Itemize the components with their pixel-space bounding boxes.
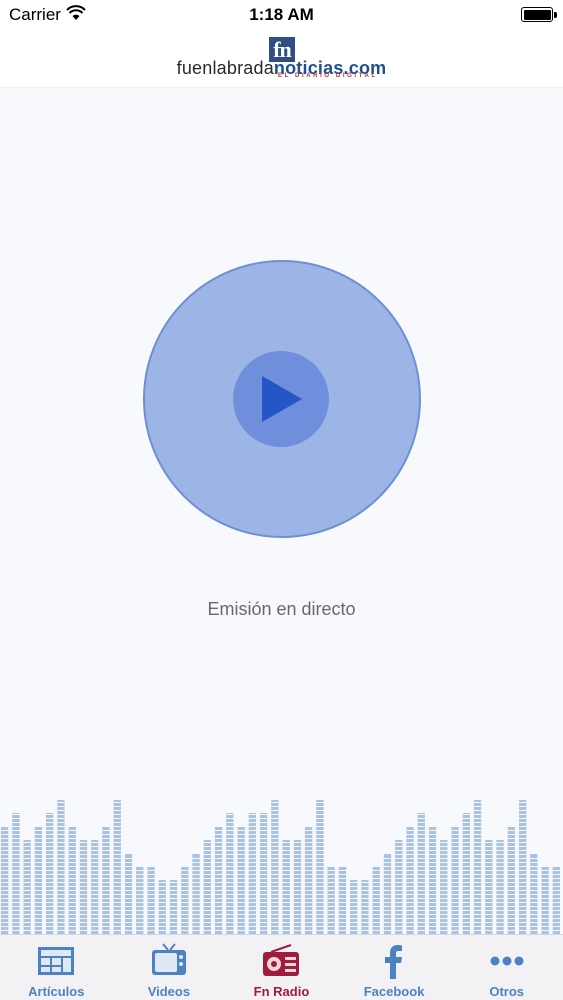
equalizer-bar (91, 840, 99, 934)
equalizer-bar (451, 827, 459, 934)
equalizer-bar (214, 827, 223, 934)
equalizer-bar (79, 840, 88, 934)
tab-label: Artículos (28, 984, 85, 999)
equalizer-bar (68, 827, 76, 934)
equalizer-bar (305, 827, 313, 934)
equalizer-bar (136, 867, 144, 934)
tab-videos[interactable]: Videos (113, 935, 226, 1000)
equalizer-bar (507, 827, 515, 934)
tab-otros[interactable]: Otros (450, 935, 563, 1000)
equalizer-bar (462, 813, 470, 934)
equalizer-bar (57, 800, 65, 934)
equalizer-bar (530, 854, 538, 934)
facebook-icon (385, 945, 403, 979)
equalizer-bar (147, 867, 155, 934)
tab-label: Videos (147, 984, 191, 999)
app-header: fn fuenlabradanoticias.com EL DIARIO DIG… (0, 30, 563, 88)
radio-icon (263, 944, 300, 976)
equalizer-bar (440, 840, 448, 934)
tab-bar: Artículos Videos Fn Radio Facebook Otros (0, 934, 563, 1000)
equalizer-bar (395, 840, 403, 934)
more-icon (490, 956, 524, 966)
equalizer-bar (372, 867, 380, 934)
equalizer-bar (181, 867, 189, 934)
status-bar: Carrier 1:18 AM (0, 0, 563, 30)
equalizer-bar (226, 813, 234, 934)
tab-articulos[interactable]: Artículos (0, 935, 113, 1000)
equalizer-bar (350, 880, 358, 934)
equalizer-bar (519, 800, 527, 934)
equalizer-bar (293, 840, 302, 934)
logo-text-part-a: fuenlabrada (176, 58, 274, 78)
equalizer-bar (192, 854, 200, 934)
clock: 1:18 AM (249, 5, 314, 24)
tab-label: Facebook (363, 984, 425, 999)
tab-label: Otros (489, 984, 524, 999)
equalizer-bar (203, 840, 211, 934)
tab-label: Fn Radio (253, 984, 310, 999)
equalizer-bar (327, 867, 335, 934)
equalizer-bar (473, 800, 482, 934)
tv-icon (151, 943, 186, 975)
play-icon[interactable] (262, 376, 302, 422)
equalizer-bar (158, 880, 166, 934)
equalizer-bar (248, 813, 256, 934)
equalizer-bar (102, 827, 110, 934)
equalizer-bar (113, 800, 121, 934)
newspaper-icon (38, 947, 75, 975)
equalizer-bar (428, 827, 437, 934)
equalizer-bar (316, 800, 324, 934)
equalizer-bar (169, 880, 178, 934)
battery-icon (521, 7, 557, 22)
equalizer-bar (271, 800, 279, 934)
live-broadcast-label: Emisión en directo (207, 599, 356, 619)
equalizer-bar (361, 880, 369, 934)
equalizer-bar (496, 840, 504, 934)
equalizer-bar (541, 867, 549, 934)
equalizer-bar (417, 813, 425, 934)
equalizer-bar (34, 827, 43, 934)
equalizer-bar (237, 827, 245, 934)
logo-tagline: EL DIARIO DIGITAL (278, 73, 378, 79)
equalizer-bar (406, 827, 414, 934)
equalizer-bar (485, 840, 493, 934)
equalizer-bar (338, 867, 347, 934)
equalizer-bar (552, 867, 560, 934)
tab-fn-radio[interactable]: Fn Radio (225, 935, 338, 1000)
equalizer-bar (383, 854, 392, 934)
equalizer-bar (12, 813, 20, 934)
equalizer-bar (260, 813, 268, 934)
equalizer-bar (46, 813, 54, 934)
equalizer-visualizer (1, 800, 560, 934)
equalizer-bar (23, 840, 31, 934)
equalizer-bar (1, 827, 9, 934)
equalizer-bar (124, 854, 133, 934)
equalizer-bar (282, 840, 290, 934)
tab-facebook[interactable]: Facebook (338, 935, 451, 1000)
